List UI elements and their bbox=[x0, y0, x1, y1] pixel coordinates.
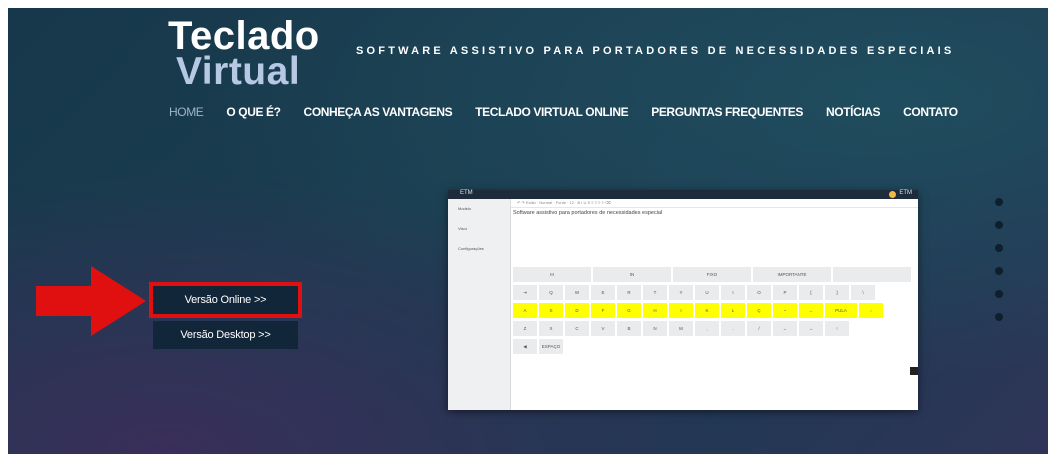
nav-teclado-online[interactable]: TECLADO VIRTUAL ONLINE bbox=[475, 105, 628, 119]
key: L bbox=[721, 303, 745, 318]
key: X bbox=[539, 321, 563, 336]
key: IN bbox=[593, 267, 671, 282]
key: Y bbox=[669, 285, 693, 300]
slider-dot[interactable] bbox=[995, 313, 1003, 321]
key: . bbox=[721, 321, 745, 336]
key: G bbox=[617, 303, 641, 318]
key: ↓ bbox=[859, 303, 883, 318]
key: ESPAÇO bbox=[539, 339, 563, 354]
key: E bbox=[591, 285, 615, 300]
key: Q bbox=[539, 285, 563, 300]
logo-line-2[interactable]: Virtual bbox=[176, 52, 300, 92]
key: V bbox=[591, 321, 615, 336]
preview-sidebar-item: Visor bbox=[458, 226, 468, 231]
slider-dot[interactable] bbox=[995, 290, 1003, 298]
key: Ç bbox=[747, 303, 771, 318]
key: R bbox=[617, 285, 641, 300]
tagline: SOFTWARE ASSISTIVO PARA PORTADORES DE NE… bbox=[356, 45, 955, 57]
key: ↑ bbox=[825, 321, 849, 336]
key: D bbox=[565, 303, 589, 318]
key: ◀ bbox=[513, 339, 537, 354]
slider-dot[interactable] bbox=[995, 244, 1003, 252]
preview-topbar: ETM ETM bbox=[448, 190, 918, 199]
key: III bbox=[513, 267, 591, 282]
preview-main: ↶ ↷ Estilo · Normal · Fonte · 12 · B I U… bbox=[511, 199, 918, 410]
key: B bbox=[617, 321, 641, 336]
nav-perguntas[interactable]: PERGUNTAS FREQUENTES bbox=[651, 105, 803, 119]
key: [ bbox=[799, 285, 823, 300]
key bbox=[833, 267, 911, 282]
preview-side-tab bbox=[910, 367, 918, 375]
virtual-keyboard: III IN FIXO IMPORTANTE ⇥ Q W E R T Y U I bbox=[513, 267, 918, 357]
red-arrow-icon bbox=[36, 266, 146, 336]
keyboard-row-2: ⇥ Q W E R T Y U I O P [ ] \ bbox=[513, 285, 918, 300]
keyboard-row-4: Z X C V B N M , . / ← → ↑ bbox=[513, 321, 918, 336]
key: ] bbox=[825, 285, 849, 300]
key: A bbox=[513, 303, 537, 318]
keyboard-row-5: ◀ ESPAÇO bbox=[513, 339, 918, 354]
slider-dots bbox=[995, 198, 1003, 336]
key: IMPORTANTE bbox=[753, 267, 831, 282]
nav-noticias[interactable]: NOTÍCIAS bbox=[826, 105, 881, 119]
key: / bbox=[747, 321, 771, 336]
preview-sidebar-item: Configurações bbox=[458, 246, 484, 251]
key: Z bbox=[513, 321, 537, 336]
key: , bbox=[695, 321, 719, 336]
preview-document-text: Software assistivo para portadores de ne… bbox=[513, 210, 663, 216]
main-nav: HOME O QUE É? CONHEÇA AS VANTAGENS TECLA… bbox=[169, 105, 981, 119]
preview-user: ETM bbox=[899, 190, 912, 196]
preview-sidebar: Modelo Visor Configurações bbox=[448, 199, 511, 410]
preview-sidebar-item: Modelo bbox=[458, 206, 472, 211]
key: ← bbox=[773, 321, 797, 336]
preview-toolbar: ↶ ↷ Estilo · Normal · Fonte · 12 · B I U… bbox=[511, 199, 918, 208]
nav-vantagens[interactable]: CONHEÇA AS VANTAGENS bbox=[304, 105, 453, 119]
key: ~ bbox=[773, 303, 797, 318]
key: K bbox=[695, 303, 719, 318]
key: F bbox=[591, 303, 615, 318]
nav-home[interactable]: HOME bbox=[169, 105, 204, 119]
key: ← bbox=[799, 303, 823, 318]
page-hero: Teclado Virtual SOFTWARE ASSISTIVO PARA … bbox=[8, 8, 1048, 454]
avatar bbox=[889, 191, 896, 198]
keyboard-row-3: A S D F G H I K L Ç ~ ← PULA ↓ bbox=[513, 303, 918, 318]
key: I bbox=[721, 285, 745, 300]
nav-o-que-e[interactable]: O QUE É? bbox=[226, 105, 281, 119]
preview-app-title: ETM bbox=[460, 190, 473, 196]
key: O bbox=[747, 285, 771, 300]
versao-desktop-button[interactable]: Versão Desktop >> bbox=[153, 321, 298, 349]
key: PULA bbox=[825, 303, 857, 318]
slider-dot[interactable] bbox=[995, 267, 1003, 275]
versao-online-button[interactable]: Versão Online >> bbox=[149, 282, 302, 318]
slider-dot[interactable] bbox=[995, 221, 1003, 229]
nav-contato[interactable]: CONTATO bbox=[903, 105, 958, 119]
key: U bbox=[695, 285, 719, 300]
key: T bbox=[643, 285, 667, 300]
key: N bbox=[643, 321, 667, 336]
key: C bbox=[565, 321, 589, 336]
key: W bbox=[565, 285, 589, 300]
slider-dot[interactable] bbox=[995, 198, 1003, 206]
key: S bbox=[539, 303, 563, 318]
key: M bbox=[669, 321, 693, 336]
keyboard-row-1: III IN FIXO IMPORTANTE bbox=[513, 267, 918, 282]
key: → bbox=[799, 321, 823, 336]
app-preview-screenshot: ETM ETM Modelo Visor Configurações ↶ ↷ E… bbox=[448, 190, 918, 410]
key: I bbox=[669, 303, 693, 318]
key: \ bbox=[851, 285, 875, 300]
key: ⇥ bbox=[513, 285, 537, 300]
key: P bbox=[773, 285, 797, 300]
key: H bbox=[643, 303, 667, 318]
key: FIXO bbox=[673, 267, 751, 282]
